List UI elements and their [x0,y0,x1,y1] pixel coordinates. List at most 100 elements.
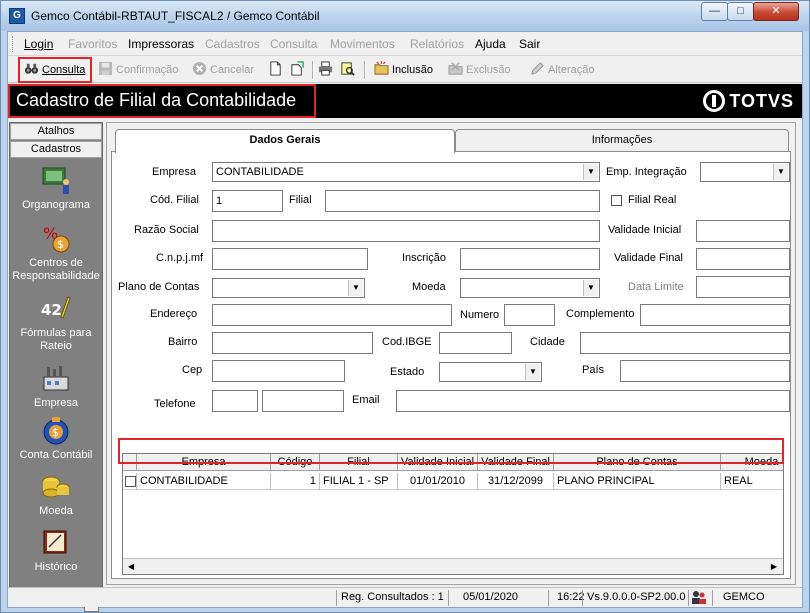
grid-header-moeda[interactable]: Moeda [721,454,783,471]
money-bag-icon: $ [43,417,69,445]
organograma-icon [42,167,69,194]
menu-sair[interactable]: Sair [519,37,540,51]
menu-impressoras[interactable]: Impressoras [128,37,194,51]
telefone-ddd-input[interactable] [212,390,258,412]
sidebar-item-formulas[interactable]: 42 Fórmulas para Rateio [10,293,102,353]
validade-final-input[interactable] [696,248,790,270]
percent-money-icon: %$ [43,224,70,253]
svg-text:$: $ [57,238,64,251]
chevron-down-icon[interactable]: ▼ [583,164,598,180]
cnpj-label: C.n.p.j.mf [156,252,204,264]
emp-integracao-select[interactable]: ▼ [700,162,790,182]
menu-consulta[interactable]: Consulta [270,37,317,51]
scroll-right-button[interactable]: ▶ [767,560,781,573]
moeda-select[interactable]: ▼ [460,278,600,298]
menu-ajuda[interactable]: Ajuda [475,37,506,51]
sidebar-item-organograma[interactable]: Organograma [10,165,102,212]
filial-input[interactable] [325,190,600,212]
save-icon [98,61,113,76]
cidade-input[interactable] [580,332,790,354]
grid-header-filial[interactable]: Filial [320,454,398,471]
status-data: 05/01/2020 [448,590,518,606]
telefone-numero-input[interactable] [262,390,344,412]
grid-header-empresa[interactable]: Empresa [137,454,271,471]
cod-ibge-input[interactable] [439,332,512,354]
razao-social-input[interactable] [212,220,600,242]
cnpj-input[interactable] [212,248,368,270]
tab-informacoes[interactable]: Informações [455,129,789,151]
data-limite-input[interactable] [696,276,790,298]
row-checkbox[interactable] [125,476,136,487]
bairro-input[interactable] [212,332,373,354]
sidebar-item-conta-contabil[interactable]: $ Conta Contábil [10,415,102,462]
numero-input[interactable] [504,304,555,326]
alteracao-button[interactable]: Alteração [530,60,594,80]
menu-grip [12,36,15,52]
moeda-label: Moeda [412,281,446,293]
tab-dados-gerais[interactable]: Dados Gerais [115,129,455,153]
sidebar-tab-atalhos[interactable]: Atalhos [10,123,102,140]
menu-login[interactable]: Login [24,37,53,51]
svg-text:42: 42 [41,301,62,319]
sidebar-item-centros[interactable]: % $ Centros de Responsabilidade [10,223,102,283]
grid-horizontal-scrollbar[interactable]: ◀ ▶ [123,558,783,574]
maximize-button[interactable]: □ [727,2,754,21]
consulta-button[interactable]: Consulta [24,60,85,80]
app-icon[interactable]: G [9,8,25,24]
cep-label: Cep [182,364,203,376]
chevron-down-icon[interactable]: ▼ [583,280,598,296]
minimize-button[interactable]: — [701,2,728,21]
plano-contas-select[interactable]: ▼ [212,278,365,298]
inclusao-button[interactable]: Inclusão [374,60,433,80]
sidebar-item-moeda[interactable]: Moeda [10,471,102,518]
alteracao-label: Alteração [548,64,595,76]
table-row[interactable]: CONTABILIDADE 1 FILIAL 1 - SP 01/01/2010… [123,473,783,490]
menu-movimentos[interactable]: Movimentos [330,37,395,51]
menu-cadastros[interactable]: Cadastros [205,37,260,51]
empresa-value: CONTABILIDADE [216,166,304,178]
menu-favoritos[interactable]: Favoritos [68,37,117,51]
export-button[interactable] [290,60,308,80]
grid-header-validade-inicial[interactable]: Validade Inicial [398,454,478,471]
grid-header-plano-contas[interactable]: Plano de Contas [554,454,721,471]
grid-header-validade-final[interactable]: Validade Final [478,454,554,471]
complemento-input[interactable] [640,304,790,326]
data-limite-label: Data Limite [628,281,684,293]
sidebar-tab-cadastros[interactable]: Cadastros [10,141,102,158]
endereco-input[interactable] [212,304,452,326]
sidebar-item-historico[interactable]: Histórico [10,527,102,574]
validade-inicial-input[interactable] [696,220,790,242]
toolbar-separator [312,61,314,79]
grid-header-select [123,454,137,471]
sidebar-item-label: Empresa [33,397,79,409]
email-input[interactable] [396,390,790,412]
inscricao-input[interactable] [460,248,600,270]
validade-final-label: Validade Final [614,252,683,264]
sidebar-item-empresa[interactable]: Empresa [10,363,102,410]
print-button[interactable] [318,60,336,80]
close-button[interactable]: ✕ [753,2,799,21]
cell-empresa: CONTABILIDADE [137,473,271,490]
grid-header-codigo[interactable]: Código [271,454,320,471]
filial-real-checkbox[interactable] [611,195,622,206]
empresa-select[interactable]: CONTABILIDADE ▼ [212,162,600,182]
print-preview-button[interactable] [340,60,358,80]
cell-moeda: REAL [721,473,783,490]
new-document-button[interactable] [268,60,286,80]
pais-input[interactable] [620,360,790,382]
cep-input[interactable] [212,360,345,382]
scroll-left-button[interactable]: ◀ [124,560,138,573]
title-bar[interactable]: G Gemco Contábil-RBTAUT_FISCAL2 / Gemco … [1,1,809,31]
cancelar-button[interactable]: Cancelar [192,60,254,80]
row-select-cell[interactable] [123,473,137,490]
chevron-down-icon[interactable]: ▼ [525,364,540,380]
binoculars-icon [24,63,39,74]
menu-relatorios[interactable]: Relatórios [410,37,464,51]
cod-filial-input[interactable]: 1 [212,190,283,212]
chevron-down-icon[interactable]: ▼ [773,164,788,180]
chevron-down-icon[interactable]: ▼ [348,280,363,296]
confirmacao-button[interactable]: Confirmação [98,60,178,80]
exclusao-button[interactable]: Exclusão [448,60,511,80]
estado-select[interactable]: ▼ [439,362,542,382]
print-preview-icon [341,62,355,76]
